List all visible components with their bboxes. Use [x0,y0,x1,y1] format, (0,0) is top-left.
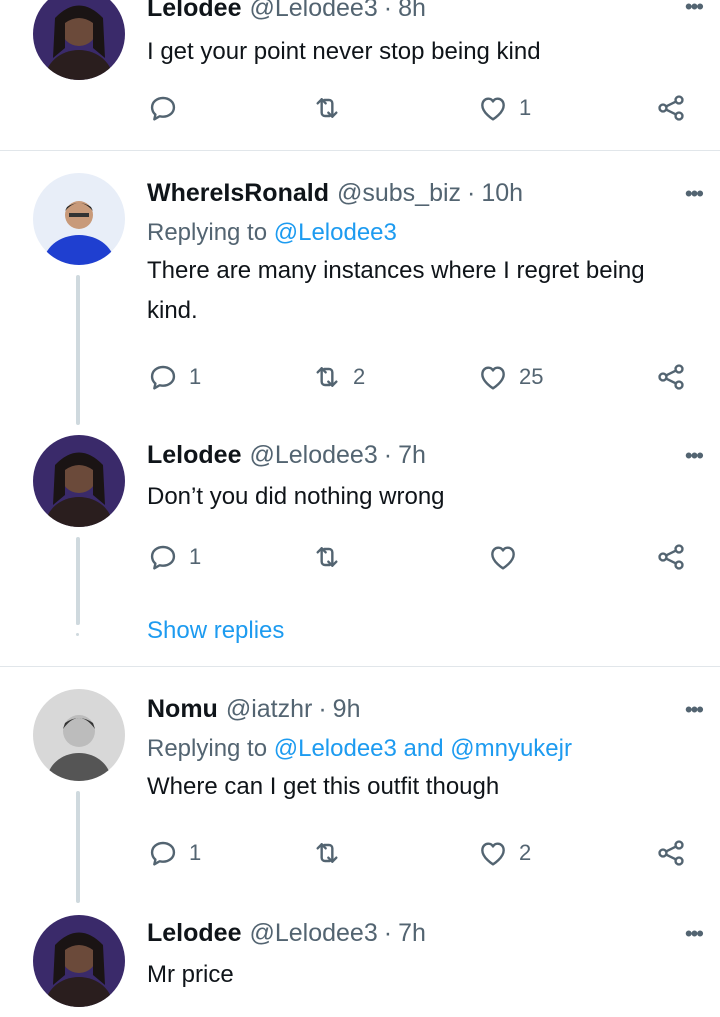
share-icon [655,837,687,869]
timestamp[interactable]: 7h [398,439,426,471]
replying-to-link[interactable]: @Lelodee3 [274,219,397,246]
separator: · [467,179,476,207]
share-icon [655,361,687,393]
reply-icon [147,361,179,393]
like-button[interactable] [487,537,529,577]
more-icon[interactable]: ••• [685,697,704,723]
reply-icon [147,837,179,869]
separator: · [318,695,327,723]
like-icon [477,837,509,869]
more-icon[interactable]: ••• [685,181,704,207]
retweet-button[interactable] [311,88,353,128]
tweet-actions: 1 [147,88,692,128]
avatar[interactable] [33,173,125,265]
user-handle[interactable]: @Lelodee3 [249,439,377,471]
like-button[interactable]: 25 [477,357,543,397]
retweet-icon [311,361,343,393]
like-icon [477,92,509,124]
display-name[interactable]: Lelodee [147,439,241,471]
share-icon [655,92,687,124]
tweet-text: Where can I get this outfit though [147,773,500,800]
share-button[interactable] [655,88,687,128]
more-icon[interactable]: ••• [685,0,704,20]
user-handle[interactable]: @iatzhr [226,693,313,725]
separator: · [383,441,393,469]
timestamp[interactable]: 9h [333,693,361,725]
tweet-header: WhereIsRonald @subs_biz · 10h [147,177,700,209]
show-replies-link[interactable]: Show replies [147,617,284,645]
display-name[interactable]: Lelodee [147,917,241,949]
timestamp[interactable]: 8h [398,0,426,24]
retweet-button[interactable] [311,537,353,577]
tweet-actions: 1 [147,537,692,577]
replying-to-link[interactable]: @Lelodee3 and @mnyukejr [274,735,572,762]
separator: · [383,0,393,22]
tweet[interactable]: Lelodee @Lelodee3 · 7h Mr price ••• [0,903,720,1017]
avatar[interactable] [33,0,125,80]
tweet-header: Lelodee @Lelodee3 · 7h [147,917,700,949]
tweet[interactable]: Lelodee @Lelodee3 · 8h I get your point … [0,0,720,150]
retweet-button[interactable] [311,833,353,873]
share-button[interactable] [655,833,687,873]
user-handle[interactable]: @subs_biz [337,177,461,209]
share-icon [655,541,687,573]
like-icon [477,361,509,393]
display-name[interactable]: Nomu [147,693,218,725]
thread-dots [76,611,80,644]
more-icon[interactable]: ••• [685,921,704,947]
avatar[interactable] [33,435,125,527]
tweet[interactable]: Nomu @iatzhr · 9h Replying to @Lelodee3 … [0,667,720,903]
more-icon[interactable]: ••• [685,443,704,469]
replying-to-label: Replying to [147,735,268,762]
timestamp[interactable]: 7h [398,917,426,949]
reply-button[interactable]: 1 [147,833,201,873]
tweet-header: Lelodee @Lelodee3 · 8h [147,0,700,24]
thread-line [76,275,80,425]
replying-to-label: Replying to [147,219,268,246]
replying-to: Replying to @Lelodee3 and @mnyukejr [147,733,700,765]
tweet-header: Nomu @iatzhr · 9h [147,693,700,725]
retweet-icon [311,92,343,124]
reply-icon [147,541,179,573]
thread-line [76,791,80,903]
like-button[interactable]: 1 [477,88,531,128]
retweet-button[interactable]: 2 [311,357,365,397]
user-handle[interactable]: @Lelodee3 [249,917,377,949]
tweet-text: I get your point never stop being kind [147,38,541,65]
tweet-text: There are many instances where I regret … [147,257,645,324]
tweet-text: Don’t you did nothing wrong [147,483,445,510]
separator: · [383,919,393,947]
retweet-icon [311,541,343,573]
reply-button[interactable]: 1 [147,357,201,397]
retweet-icon [311,837,343,869]
like-button[interactable]: 2 [477,833,531,873]
reply-button[interactable]: 1 [147,537,201,577]
avatar[interactable] [33,689,125,781]
display-name[interactable]: WhereIsRonald [147,177,329,209]
reply-button[interactable] [147,88,189,128]
reply-icon [147,92,179,124]
tweet-text: Mr price [147,961,234,988]
tweet-actions: 1 2 [147,833,692,873]
share-button[interactable] [655,537,687,577]
display-name[interactable]: Lelodee [147,0,241,24]
avatar[interactable] [33,915,125,1007]
user-handle[interactable]: @Lelodee3 [249,0,377,24]
like-icon [487,541,519,573]
tweet[interactable]: Lelodee @Lelodee3 · 7h Don’t you did not… [0,431,720,666]
share-button[interactable] [655,357,687,397]
tweet-header: Lelodee @Lelodee3 · 7h [147,439,700,471]
tweet-actions: 1 2 25 [147,357,692,397]
replying-to: Replying to @Lelodee3 [147,217,700,249]
timestamp[interactable]: 10h [481,177,523,209]
tweet[interactable]: WhereIsRonald @subs_biz · 10h Replying t… [0,151,720,431]
